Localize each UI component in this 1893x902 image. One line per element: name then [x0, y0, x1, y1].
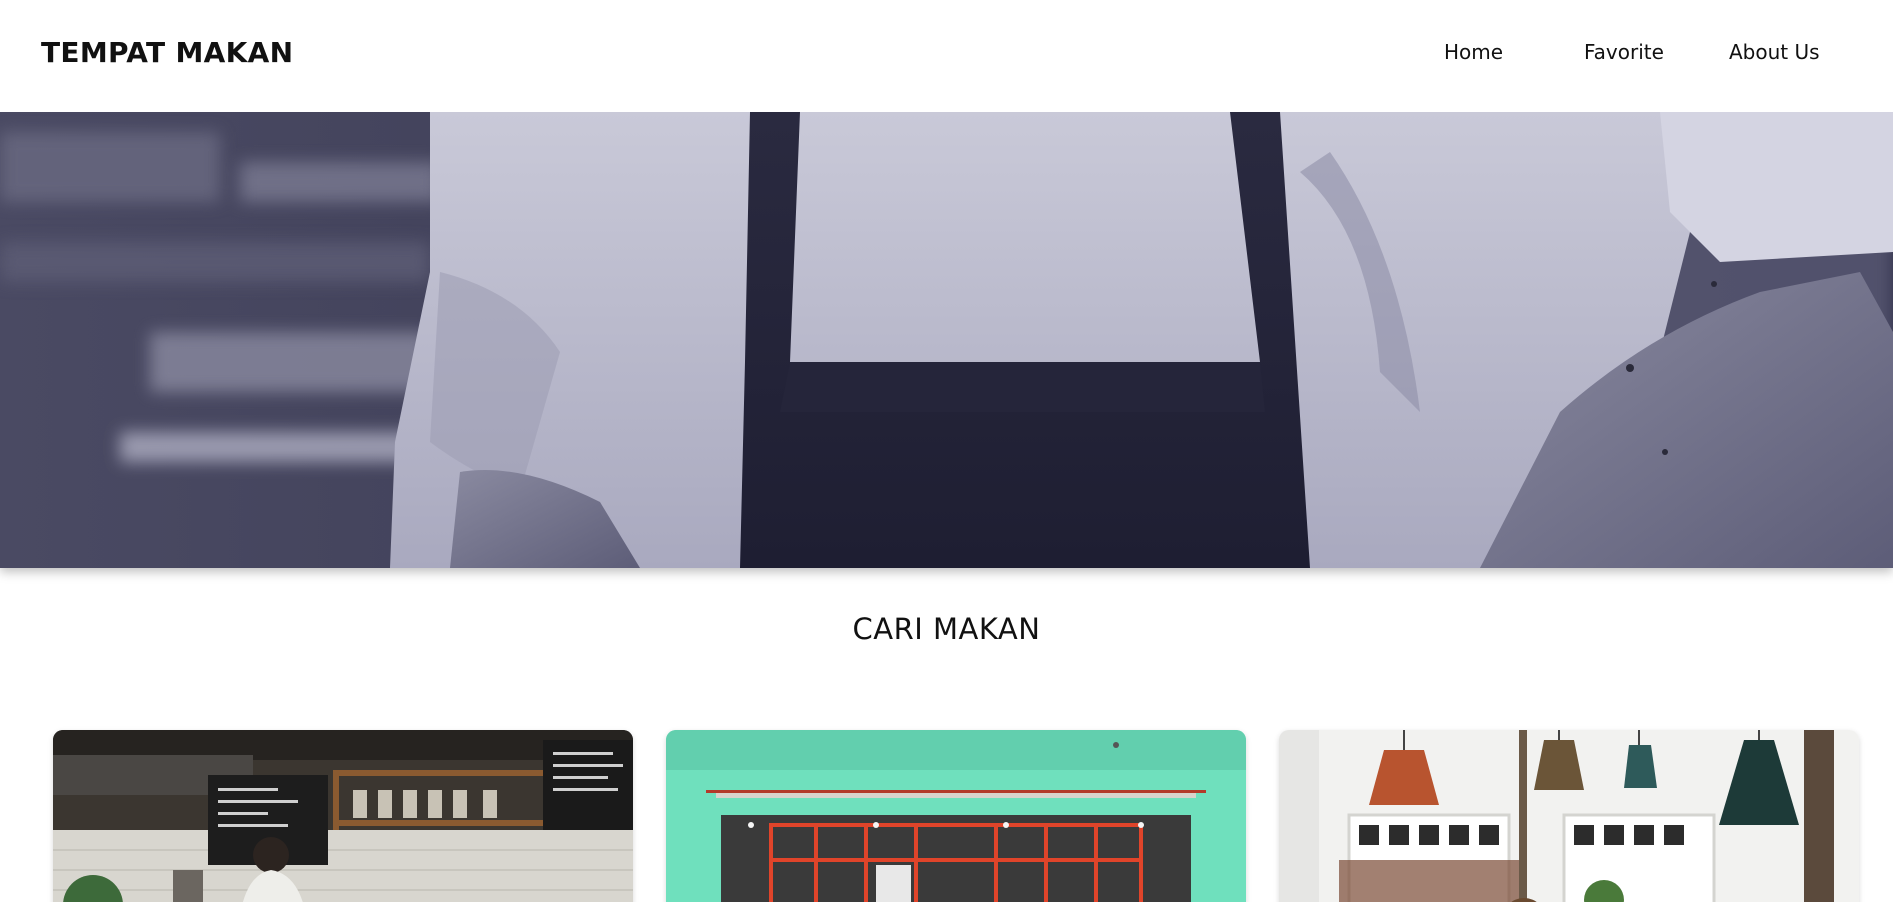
restaurant-card[interactable]	[53, 730, 633, 902]
nav-about-us-link[interactable]: About Us	[1729, 40, 1820, 64]
section-title: CARI MAKAN	[852, 612, 1041, 646]
restaurant-card[interactable]	[666, 730, 1246, 902]
main-nav: Home Favorite About Us	[0, 0, 1893, 112]
hero-banner	[0, 112, 1893, 568]
nav-favorite-link[interactable]: Favorite	[1584, 40, 1664, 64]
restaurant-list	[0, 730, 1893, 902]
restaurant-image	[1279, 730, 1859, 902]
restaurant-card[interactable]	[1279, 730, 1859, 902]
restaurant-image	[53, 730, 633, 902]
restaurant-image	[666, 730, 1246, 902]
nav-home-link[interactable]: Home	[1444, 40, 1503, 64]
hero-chef-image	[0, 112, 1893, 568]
app-header: TEMPAT MAKAN Home Favorite About Us	[0, 0, 1893, 112]
